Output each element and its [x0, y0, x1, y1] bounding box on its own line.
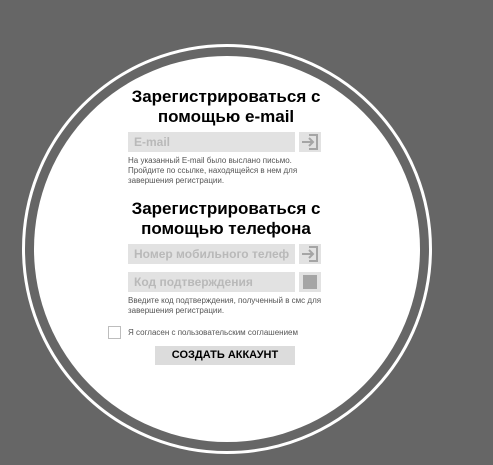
arrow-into-box-icon — [302, 134, 318, 150]
agreement-checkbox[interactable] — [108, 326, 121, 339]
agreement-label: Я согласен с пользовательским соглашение… — [128, 328, 298, 337]
phone-submit-button[interactable] — [299, 244, 321, 264]
code-hint: Введите код подтверждения, полученный в … — [128, 296, 322, 315]
create-account-button[interactable]: СОЗДАТЬ АККАУНТ — [155, 346, 295, 365]
email-submit-button[interactable] — [299, 132, 321, 152]
confirmation-code-input[interactable] — [128, 272, 295, 292]
phone-section-title: Зарегистрироваться с помощью телефона — [131, 199, 321, 238]
email-section-title: Зарегистрироваться с помощью e-mail — [131, 87, 321, 126]
arrow-into-box-icon — [302, 246, 318, 262]
email-input[interactable] — [128, 132, 295, 152]
phone-input[interactable] — [128, 244, 295, 264]
square-icon — [303, 275, 317, 289]
code-submit-button[interactable] — [299, 272, 321, 292]
email-hint: На указанный E-mail было выслано письмо.… — [128, 156, 298, 185]
